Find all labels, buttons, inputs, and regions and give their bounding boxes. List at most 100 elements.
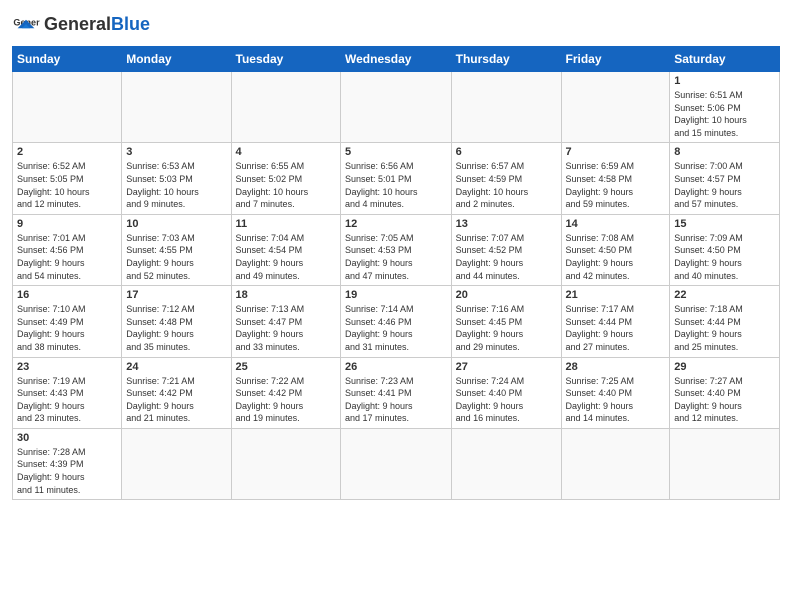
- calendar-cell: 4 Sunrise: 6:55 AM Sunset: 5:02 PM Daylig…: [231, 143, 340, 214]
- day-number: 5: [345, 146, 447, 158]
- logo: General GeneralBlue: [12, 10, 150, 38]
- calendar-cell: 5 Sunrise: 6:56 AM Sunset: 5:01 PM Daylig…: [341, 143, 452, 214]
- day-number: 3: [126, 146, 226, 158]
- day-info: Sunrise: 7:27 AM Sunset: 4:40 PM Dayligh…: [674, 375, 775, 425]
- calendar-cell: [13, 72, 122, 143]
- day-number: 18: [236, 289, 336, 301]
- calendar-header-row: Sunday Monday Tuesday Wednesday Thursday…: [13, 47, 780, 72]
- day-info: Sunrise: 7:10 AM Sunset: 4:49 PM Dayligh…: [17, 303, 117, 353]
- day-info: Sunrise: 7:04 AM Sunset: 4:54 PM Dayligh…: [236, 232, 336, 282]
- calendar-cell: 3Sunrise: 6:53 AM Sunset: 5:03 PM Daylig…: [122, 143, 231, 214]
- calendar-cell: 2 Sunrise: 6:52 AM Sunset: 5:05 PM Daylig…: [13, 143, 122, 214]
- day-number: 2: [17, 146, 117, 158]
- day-number: 26: [345, 361, 447, 373]
- day-info: Sunrise: 7:28 AM Sunset: 4:39 PM Dayligh…: [17, 446, 117, 496]
- calendar-cell: 14Sunrise: 7:08 AM Sunset: 4:50 PM Dayli…: [561, 214, 670, 285]
- header-monday: Monday: [122, 47, 231, 72]
- calendar-week-row: 23 Sunrise: 7:19 AM Sunset: 4:43 PM Dayli…: [13, 357, 780, 428]
- calendar-cell: 26 Sunrise: 7:23 AM Sunset: 4:41 PM Dayli…: [341, 357, 452, 428]
- day-info: Sunrise: 7:05 AM Sunset: 4:53 PM Dayligh…: [345, 232, 447, 282]
- calendar-cell: [122, 428, 231, 499]
- day-number: 21: [566, 289, 666, 301]
- calendar-cell: 9Sunrise: 7:01 AM Sunset: 4:56 PM Daylig…: [13, 214, 122, 285]
- day-info: Sunrise: 7:24 AM Sunset: 4:40 PM Dayligh…: [456, 375, 557, 425]
- calendar-cell: [451, 428, 561, 499]
- day-info: Sunrise: 7:03 AM Sunset: 4:55 PM Dayligh…: [126, 232, 226, 282]
- day-number: 25: [236, 361, 336, 373]
- calendar-week-row: 2 Sunrise: 6:52 AM Sunset: 5:05 PM Daylig…: [13, 143, 780, 214]
- day-number: 1: [674, 75, 775, 87]
- day-info: Sunrise: 7:12 AM Sunset: 4:48 PM Dayligh…: [126, 303, 226, 353]
- calendar-cell: 22 Sunrise: 7:18 AM Sunset: 4:44 PM Dayli…: [670, 286, 780, 357]
- calendar-cell: 29 Sunrise: 7:27 AM Sunset: 4:40 PM Dayli…: [670, 357, 780, 428]
- day-info: Sunrise: 7:09 AM Sunset: 4:50 PM Dayligh…: [674, 232, 775, 282]
- day-number: 20: [456, 289, 557, 301]
- day-number: 22: [674, 289, 775, 301]
- header-wednesday: Wednesday: [341, 47, 452, 72]
- day-number: 4: [236, 146, 336, 158]
- day-info: Sunrise: 7:07 AM Sunset: 4:52 PM Dayligh…: [456, 232, 557, 282]
- day-info: Sunrise: 6:55 AM Sunset: 5:02 PM Dayligh…: [236, 160, 336, 210]
- calendar-cell: 13 Sunrise: 7:07 AM Sunset: 4:52 PM Dayli…: [451, 214, 561, 285]
- calendar-cell: 24 Sunrise: 7:21 AM Sunset: 4:42 PM Dayli…: [122, 357, 231, 428]
- calendar-cell: [341, 428, 452, 499]
- day-number: 23: [17, 361, 117, 373]
- day-info: Sunrise: 7:23 AM Sunset: 4:41 PM Dayligh…: [345, 375, 447, 425]
- day-info: Sunrise: 7:01 AM Sunset: 4:56 PM Dayligh…: [17, 232, 117, 282]
- day-info: Sunrise: 7:13 AM Sunset: 4:47 PM Dayligh…: [236, 303, 336, 353]
- calendar-cell: 21 Sunrise: 7:17 AM Sunset: 4:44 PM Dayli…: [561, 286, 670, 357]
- day-info: Sunrise: 6:52 AM Sunset: 5:05 PM Dayligh…: [17, 160, 117, 210]
- logo-text: GeneralBlue: [44, 15, 150, 33]
- calendar-week-row: 30 Sunrise: 7:28 AM Sunset: 4:39 PM Dayli…: [13, 428, 780, 499]
- calendar-week-row: 9Sunrise: 7:01 AM Sunset: 4:56 PM Daylig…: [13, 214, 780, 285]
- calendar-cell: 23 Sunrise: 7:19 AM Sunset: 4:43 PM Dayli…: [13, 357, 122, 428]
- calendar-cell: [122, 72, 231, 143]
- generalblue-logo-icon: General: [12, 10, 40, 38]
- calendar-cell: 19Sunrise: 7:14 AM Sunset: 4:46 PM Dayli…: [341, 286, 452, 357]
- day-info: Sunrise: 6:56 AM Sunset: 5:01 PM Dayligh…: [345, 160, 447, 210]
- day-number: 30: [17, 432, 117, 444]
- day-info: Sunrise: 7:16 AM Sunset: 4:45 PM Dayligh…: [456, 303, 557, 353]
- calendar-cell: [341, 72, 452, 143]
- header-area: General GeneralBlue: [12, 10, 780, 38]
- calendar-cell: 28 Sunrise: 7:25 AM Sunset: 4:40 PM Dayli…: [561, 357, 670, 428]
- calendar-cell: 12Sunrise: 7:05 AM Sunset: 4:53 PM Dayli…: [341, 214, 452, 285]
- day-number: 28: [566, 361, 666, 373]
- calendar-cell: 18 Sunrise: 7:13 AM Sunset: 4:47 PM Dayli…: [231, 286, 340, 357]
- day-info: Sunrise: 7:14 AM Sunset: 4:46 PM Dayligh…: [345, 303, 447, 353]
- header-friday: Friday: [561, 47, 670, 72]
- day-number: 10: [126, 218, 226, 230]
- calendar-cell: 6Sunrise: 6:57 AM Sunset: 4:59 PM Daylig…: [451, 143, 561, 214]
- day-info: Sunrise: 7:19 AM Sunset: 4:43 PM Dayligh…: [17, 375, 117, 425]
- calendar-week-row: 1 Sunrise: 6:51 AM Sunset: 5:06 PM Daylig…: [13, 72, 780, 143]
- day-info: Sunrise: 6:59 AM Sunset: 4:58 PM Dayligh…: [566, 160, 666, 210]
- day-info: Sunrise: 7:25 AM Sunset: 4:40 PM Dayligh…: [566, 375, 666, 425]
- calendar-cell: 16Sunrise: 7:10 AM Sunset: 4:49 PM Dayli…: [13, 286, 122, 357]
- calendar-cell: 30 Sunrise: 7:28 AM Sunset: 4:39 PM Dayli…: [13, 428, 122, 499]
- header-sunday: Sunday: [13, 47, 122, 72]
- day-info: Sunrise: 7:08 AM Sunset: 4:50 PM Dayligh…: [566, 232, 666, 282]
- calendar-cell: [561, 428, 670, 499]
- day-info: Sunrise: 7:21 AM Sunset: 4:42 PM Dayligh…: [126, 375, 226, 425]
- day-number: 29: [674, 361, 775, 373]
- calendar-cell: 1 Sunrise: 6:51 AM Sunset: 5:06 PM Daylig…: [670, 72, 780, 143]
- day-info: Sunrise: 7:18 AM Sunset: 4:44 PM Dayligh…: [674, 303, 775, 353]
- day-number: 7: [566, 146, 666, 158]
- calendar-cell: 27Sunrise: 7:24 AM Sunset: 4:40 PM Dayli…: [451, 357, 561, 428]
- header-tuesday: Tuesday: [231, 47, 340, 72]
- calendar-cell: 15 Sunrise: 7:09 AM Sunset: 4:50 PM Dayli…: [670, 214, 780, 285]
- day-number: 8: [674, 146, 775, 158]
- calendar-cell: [231, 428, 340, 499]
- calendar-cell: 7 Sunrise: 6:59 AM Sunset: 4:58 PM Daylig…: [561, 143, 670, 214]
- calendar-cell: [231, 72, 340, 143]
- calendar-table: Sunday Monday Tuesday Wednesday Thursday…: [12, 46, 780, 500]
- calendar-cell: [561, 72, 670, 143]
- calendar-cell: 20 Sunrise: 7:16 AM Sunset: 4:45 PM Dayli…: [451, 286, 561, 357]
- day-number: 13: [456, 218, 557, 230]
- day-info: Sunrise: 7:17 AM Sunset: 4:44 PM Dayligh…: [566, 303, 666, 353]
- day-info: Sunrise: 6:51 AM Sunset: 5:06 PM Dayligh…: [674, 89, 775, 139]
- calendar-week-row: 16Sunrise: 7:10 AM Sunset: 4:49 PM Dayli…: [13, 286, 780, 357]
- day-number: 15: [674, 218, 775, 230]
- calendar-cell: 25Sunrise: 7:22 AM Sunset: 4:42 PM Dayli…: [231, 357, 340, 428]
- day-number: 24: [126, 361, 226, 373]
